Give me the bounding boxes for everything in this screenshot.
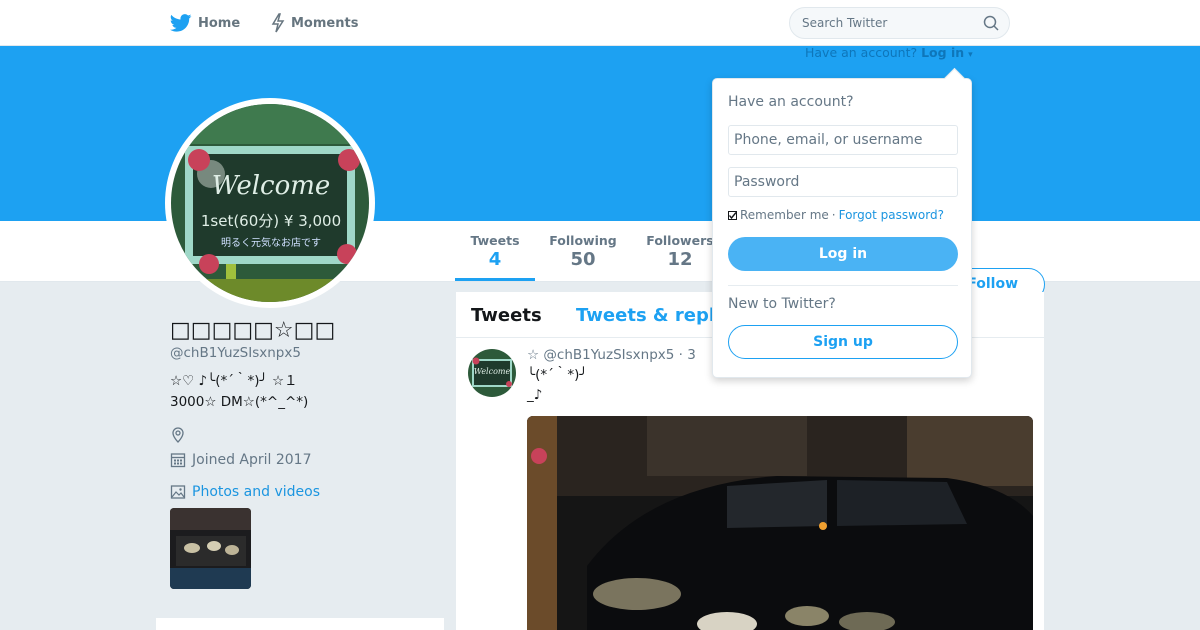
dropdown-divider — [728, 285, 958, 286]
svg-text:Welcome: Welcome — [474, 367, 511, 376]
stat-followers-label: Followers — [646, 233, 714, 248]
sidebar-next-card — [156, 618, 444, 630]
lightning-icon — [271, 13, 285, 33]
dot-separator: · — [831, 208, 836, 222]
password-field[interactable] — [728, 167, 958, 197]
nav-home[interactable]: Home — [170, 0, 240, 46]
tweet-text: ╰(*´｀*)╯ _♪ — [527, 365, 588, 405]
stat-following[interactable]: Following 50 — [544, 233, 622, 270]
login-menu-toggle[interactable]: Have an account? Log in ▾ — [805, 45, 973, 60]
login-link[interactable]: Log in — [921, 45, 964, 60]
stat-tweets-value: 4 — [488, 249, 502, 270]
have-account-prefix: Have an account? — [805, 45, 918, 60]
profile-bio: ☆♡ ♪╰(*´｀*)╯ ☆１ 3000☆ DM☆(*^_^*) — [170, 371, 440, 413]
avatar-image: Welcome 1set(60分) ¥ 3,000 明るく元気なお店です — [171, 104, 369, 302]
search-input[interactable]: Search Twitter — [802, 16, 887, 30]
stat-tweets[interactable]: Tweets 4 — [455, 233, 535, 281]
joined-row: Joined April 2017 — [170, 451, 440, 468]
username-field[interactable] — [728, 125, 958, 155]
bio-line-2: 3000☆ DM☆(*^_^*) — [170, 394, 309, 410]
login-dropdown: Have an account? Remember me · Forgot pa… — [712, 78, 972, 378]
location-row — [170, 425, 440, 443]
remember-checkbox[interactable] — [728, 210, 737, 220]
nav-home-label: Home — [198, 15, 241, 31]
remember-label[interactable]: Remember me — [740, 208, 829, 222]
stat-followers-value: 12 — [667, 249, 693, 270]
nav-moments-label: Moments — [291, 15, 359, 31]
profile-card: □□□□□☆□□ @chB1YuzSIsxnpx5 ☆♡ ♪╰(*´｀*)╯ ☆… — [170, 318, 440, 589]
calendar-icon — [170, 453, 186, 468]
photos-videos-link[interactable]: Photos and videos — [170, 484, 440, 500]
dropdown-title: Have an account? — [728, 94, 854, 110]
signup-button[interactable]: Sign up — [728, 325, 958, 359]
tweet-line-2: _♪ — [527, 387, 543, 403]
profile-avatar[interactable]: Welcome 1set(60分) ¥ 3,000 明るく元気なお店です — [165, 98, 375, 308]
forgot-password-link[interactable]: Forgot password? — [839, 208, 944, 222]
photos-videos-label: Photos and videos — [192, 484, 321, 500]
checkmark-icon — [728, 211, 737, 219]
search-icon[interactable] — [983, 15, 999, 31]
top-nav-bar: Home Moments Search Twitter — [0, 0, 1200, 46]
tweet-header[interactable]: ☆ @chB1YuzSIsxnpx5 · 3 — [527, 347, 696, 363]
remember-row: Remember me · Forgot password? — [728, 208, 944, 222]
tweet-photo[interactable] — [527, 416, 1033, 630]
photo-thumbnail[interactable] — [170, 508, 251, 589]
bird-home-icon — [170, 14, 192, 32]
bio-line-1: ☆♡ ♪╰(*´｀*)╯ ☆１ — [170, 373, 298, 389]
svg-text:1set(60分) ¥ 3,000: 1set(60分) ¥ 3,000 — [201, 212, 341, 230]
stat-following-value: 50 — [570, 249, 596, 270]
joined-date: Joined April 2017 — [192, 451, 312, 468]
new-to-twitter-label: New to Twitter? — [728, 296, 836, 312]
profile-name[interactable]: □□□□□☆□□ — [170, 318, 440, 343]
tweet-line-1: ╰(*´｀*)╯ — [527, 367, 588, 383]
profile-handle[interactable]: @chB1YuzSIsxnpx5 — [170, 345, 440, 361]
tab-tweets[interactable]: Tweets — [471, 305, 542, 326]
location-pin-icon — [172, 426, 184, 443]
image-icon — [170, 485, 186, 499]
stat-tweets-label: Tweets — [470, 233, 520, 248]
stat-following-label: Following — [549, 233, 617, 248]
tweet-avatar[interactable]: Welcome — [468, 349, 516, 397]
svg-text:Welcome: Welcome — [212, 171, 331, 201]
stat-followers[interactable]: Followers 12 — [643, 233, 717, 270]
login-button[interactable]: Log in — [728, 237, 958, 271]
nav-moments[interactable]: Moments — [271, 0, 358, 46]
search-box[interactable]: Search Twitter — [789, 7, 1010, 39]
caret-down-icon: ▾ — [968, 50, 973, 60]
svg-text:明るく元気なお店です: 明るく元気なお店です — [221, 236, 321, 249]
